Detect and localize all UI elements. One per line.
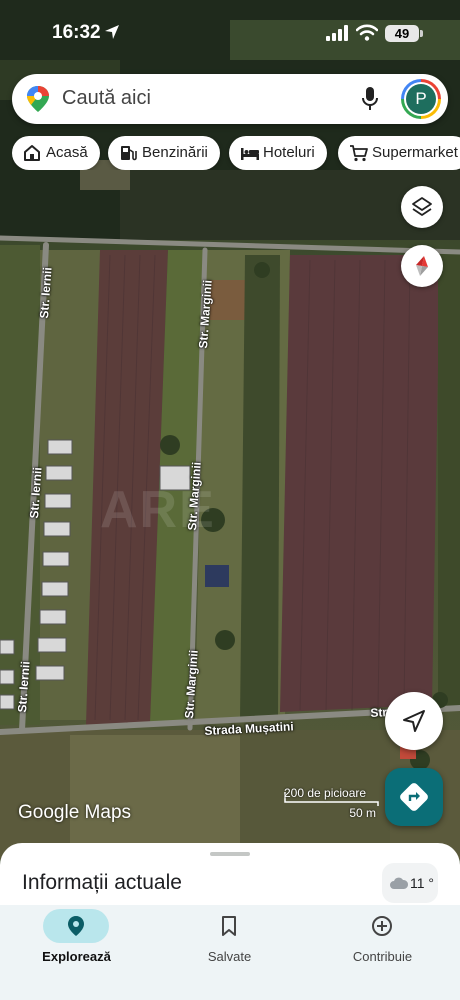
bottom-navigation: Explorează Salvate Contribuie: [0, 905, 460, 1000]
chip-label: Acasă: [46, 144, 88, 161]
compass-button[interactable]: [401, 245, 443, 287]
search-bar[interactable]: Caută aici P: [12, 74, 448, 124]
nav-explore[interactable]: Explorează: [0, 905, 153, 1000]
search-input[interactable]: Caută aici: [62, 87, 151, 110]
battery-tip: [420, 30, 423, 37]
status-time: 16:32: [52, 22, 101, 43]
nav-label: Salvate: [207, 949, 252, 964]
bed-icon: [241, 148, 259, 160]
weather-temperature: 11 °: [410, 875, 435, 891]
avatar-border: P: [404, 82, 438, 116]
google-maps-pin-icon: [27, 86, 49, 112]
sheet-title: Informații actuale: [22, 871, 182, 894]
nav-pill: [196, 909, 262, 943]
nav-label: Explorează: [42, 949, 111, 964]
chip-gas-stations[interactable]: Benzinării: [108, 136, 220, 170]
nav-saved[interactable]: Salvate: [153, 905, 306, 1000]
microphone-icon[interactable]: [361, 86, 379, 112]
bottom-sheet[interactable]: Informații actuale 11 °: [0, 843, 460, 913]
layers-button[interactable]: [401, 186, 443, 228]
nav-pill: [43, 909, 109, 943]
weather-badge[interactable]: 11 °: [382, 863, 438, 903]
sheet-drag-handle[interactable]: [210, 852, 250, 856]
category-chips: Acasă Benzinării Hoteluri Supermarket: [12, 136, 460, 170]
status-bar: 16:32 49: [0, 0, 460, 68]
chip-hotels[interactable]: Hoteluri: [229, 136, 327, 170]
scale-imperial: 200 de picioare: [284, 786, 367, 800]
my-location-button[interactable]: [385, 692, 443, 750]
nav-pill: [349, 909, 415, 943]
layers-icon: [412, 197, 432, 216]
scale-metric: 50 m: [349, 806, 376, 820]
compass-icon: [416, 256, 428, 276]
avatar: P: [406, 84, 436, 114]
profile-avatar-button[interactable]: P: [401, 79, 441, 119]
gas-station-icon: [121, 146, 137, 161]
cart-icon: [350, 145, 368, 162]
nav-label: Contribuie: [352, 949, 413, 964]
wifi-icon: [356, 24, 378, 41]
nav-contribute[interactable]: Contribuie: [306, 905, 459, 1000]
chip-supermarket[interactable]: Supermarket: [338, 136, 460, 170]
chip-label: Supermarket: [372, 144, 458, 161]
signal-icon: [326, 25, 348, 41]
map-scale: 200 de picioare 50 m: [284, 786, 380, 822]
google-maps-logo: Google Maps: [18, 802, 132, 823]
chip-label: Benzinării: [142, 144, 208, 161]
chip-home[interactable]: Acasă: [12, 136, 100, 170]
cloud-icon: [390, 877, 409, 889]
directions-button[interactable]: [385, 768, 443, 826]
location-pin-icon: [68, 916, 84, 936]
bookmark-icon: [222, 916, 236, 936]
location-arrow-icon: [105, 25, 119, 39]
battery-indicator: 49: [385, 25, 419, 42]
add-circle-icon: [372, 916, 392, 936]
home-icon: [24, 145, 40, 161]
navigation-arrow-icon: [403, 710, 425, 732]
chip-label: Hoteluri: [263, 144, 315, 161]
directions-icon: [400, 783, 428, 811]
